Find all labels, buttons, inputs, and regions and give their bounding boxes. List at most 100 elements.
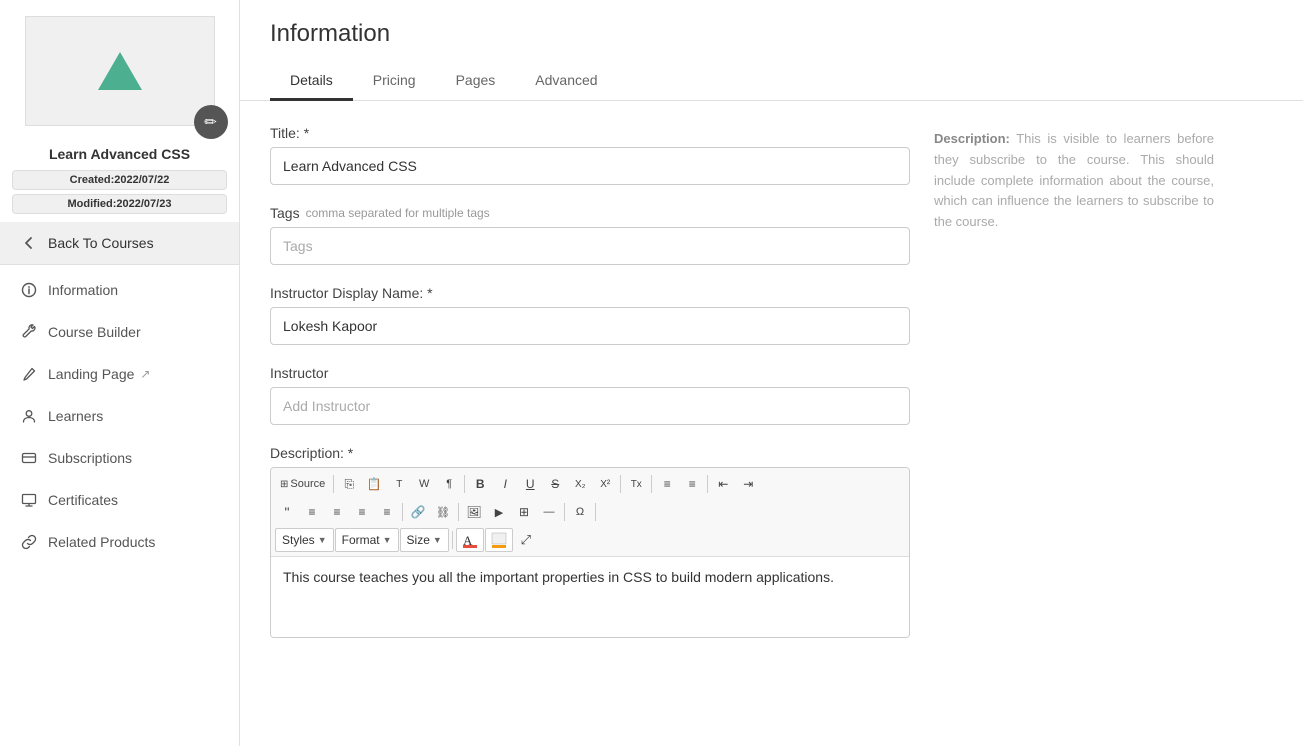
created-date: 2022/07/22	[114, 174, 169, 186]
format-caret: ▼	[383, 535, 392, 545]
styles-dropdown[interactable]: Styles ▼	[275, 528, 334, 552]
created-badge: Created:2022/07/22	[12, 170, 227, 190]
created-label: Created:	[70, 174, 115, 186]
toolbar-sep	[564, 503, 565, 521]
link-icon	[20, 533, 38, 551]
page-title: Information	[270, 20, 1273, 48]
sidebar-item-label: Learners	[48, 408, 103, 424]
copy-button[interactable]: ⎘	[337, 472, 361, 496]
toolbar-sep	[452, 531, 453, 549]
right-panel: Description: This is visible to learners…	[934, 125, 1214, 722]
course-thumbnail: ✏	[25, 16, 215, 126]
unordered-list-button[interactable]: ≡	[680, 472, 704, 496]
blockquote-toolbar[interactable]: ¶	[437, 472, 461, 496]
styles-caret: ▼	[318, 535, 327, 545]
tab-details[interactable]: Details	[270, 62, 353, 101]
italic-button[interactable]: I	[493, 472, 517, 496]
remove-format-button[interactable]: Tx	[624, 472, 648, 496]
description-text: This course teaches you all the importan…	[283, 569, 897, 585]
sidebar-item-label: Certificates	[48, 492, 118, 508]
toolbar-row-1: ⊞ Source ⎘ 📋 T W ¶ B I U	[275, 472, 905, 500]
toolbar-sep	[402, 503, 403, 521]
person-icon	[20, 407, 38, 425]
form-panel: Title: * Tags comma separated for multip…	[270, 125, 910, 722]
sidebar-item-certificates[interactable]: Certificates	[0, 479, 239, 521]
size-dropdown[interactable]: Size ▼	[400, 528, 449, 552]
image-button[interactable]: 🖼	[462, 500, 486, 524]
strikethrough-button[interactable]: S	[543, 472, 567, 496]
maximize-button[interactable]: ⤢	[514, 528, 538, 552]
source-icon: ⊞	[280, 479, 288, 490]
source-button[interactable]: ⊞ Source	[275, 472, 330, 496]
tab-pages[interactable]: Pages	[436, 62, 516, 101]
table-button[interactable]: ⊞	[512, 500, 536, 524]
sidebar-item-label: Related Products	[48, 534, 155, 550]
toolbar-sep	[707, 475, 708, 493]
sidebar-item-landing-page[interactable]: Landing Page ↗	[0, 353, 239, 395]
format-dropdown[interactable]: Format ▼	[335, 528, 399, 552]
toolbar-sep	[333, 475, 334, 493]
description-editor-body[interactable]: This course teaches you all the importan…	[271, 557, 909, 637]
underline-button[interactable]: U	[518, 472, 542, 496]
sidebar-course-title: Learn Advanced CSS	[37, 146, 202, 162]
tab-pricing[interactable]: Pricing	[353, 62, 436, 101]
sidebar-item-subscriptions[interactable]: Subscriptions	[0, 437, 239, 479]
description-hint: Description: This is visible to learners…	[934, 129, 1214, 233]
superscript-button[interactable]: X²	[593, 472, 617, 496]
back-to-courses-button[interactable]: Back To Courses	[0, 222, 239, 265]
hr-button[interactable]: —	[537, 500, 561, 524]
align-left-button[interactable]: ≡	[300, 500, 324, 524]
ordered-list-button[interactable]: ≡	[655, 472, 679, 496]
modified-label: Modified:	[68, 198, 117, 210]
thumbnail-triangle	[98, 52, 142, 90]
title-field-group: Title: *	[270, 125, 910, 185]
info-icon	[20, 281, 38, 299]
sidebar-item-information[interactable]: Information	[0, 269, 239, 311]
bg-color-button[interactable]	[485, 528, 513, 552]
arrow-left-icon	[20, 234, 38, 252]
description-label: Description: *	[270, 445, 910, 461]
link-button[interactable]: 🔗	[406, 500, 430, 524]
bold-button[interactable]: B	[468, 472, 492, 496]
special-char-button[interactable]: Ω	[568, 500, 592, 524]
instructor-input[interactable]	[270, 387, 910, 425]
toolbar-row-3: Styles ▼ Format ▼ Size ▼	[275, 528, 905, 556]
instructor-name-field-group: Instructor Display Name: *	[270, 285, 910, 345]
tags-field-group: Tags comma separated for multiple tags	[270, 205, 910, 265]
tags-input[interactable]	[270, 227, 910, 265]
sidebar-item-course-builder[interactable]: Course Builder	[0, 311, 239, 353]
toolbar-sep	[620, 475, 621, 493]
modified-date: 2022/07/23	[116, 198, 171, 210]
sidebar-item-learners[interactable]: Learners	[0, 395, 239, 437]
tabs: Details Pricing Pages Advanced	[270, 62, 1273, 100]
subscript-button[interactable]: X₂	[568, 472, 592, 496]
size-caret: ▼	[433, 535, 442, 545]
toolbar-sep	[595, 503, 596, 521]
sidebar-item-related-products[interactable]: Related Products	[0, 521, 239, 563]
video-button[interactable]: ▶	[487, 500, 511, 524]
title-input[interactable]	[270, 147, 910, 185]
monitor-icon	[20, 491, 38, 509]
indent-button[interactable]: ⇥	[736, 472, 760, 496]
modified-badge: Modified:2022/07/23	[12, 194, 227, 214]
text-color-button[interactable]: A	[456, 528, 484, 552]
outdent-button[interactable]: ⇤	[711, 472, 735, 496]
paste-button[interactable]: 📋	[362, 472, 386, 496]
back-label: Back To Courses	[48, 235, 154, 251]
blockquote-button[interactable]: "	[275, 500, 299, 524]
description-editor: ⊞ Source ⎘ 📋 T W ¶ B I U	[270, 467, 910, 638]
instructor-field-group: Instructor	[270, 365, 910, 425]
tab-advanced[interactable]: Advanced	[515, 62, 617, 101]
instructor-name-input[interactable]	[270, 307, 910, 345]
paste-text-button[interactable]: T	[387, 472, 411, 496]
align-center-button[interactable]: ≡	[325, 500, 349, 524]
edit-thumbnail-button[interactable]: ✏	[194, 105, 228, 139]
align-justify-button[interactable]: ≡	[375, 500, 399, 524]
editor-toolbar: ⊞ Source ⎘ 📋 T W ¶ B I U	[271, 468, 909, 557]
tags-label: Tags comma separated for multiple tags	[270, 205, 910, 221]
paste-word-button[interactable]: W	[412, 472, 436, 496]
align-right-button[interactable]: ≡	[350, 500, 374, 524]
unlink-button[interactable]: ⛓	[431, 500, 455, 524]
course-meta: Created:2022/07/22 Modified:2022/07/23	[0, 170, 239, 214]
toolbar-sep	[651, 475, 652, 493]
